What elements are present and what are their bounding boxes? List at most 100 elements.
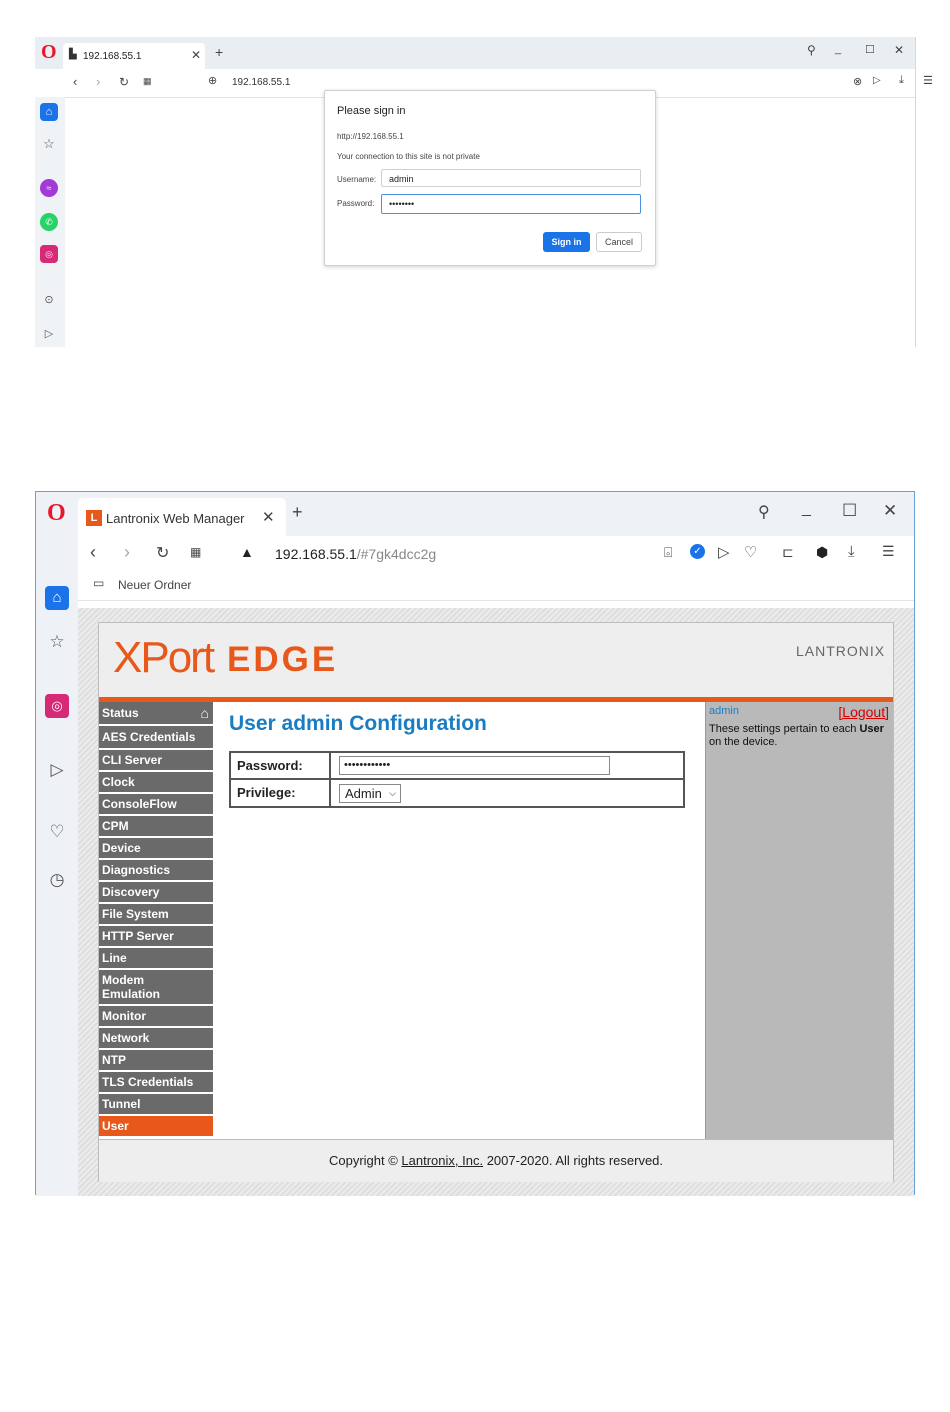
reader-mode-icon[interactable]: ⊏ <box>782 544 794 561</box>
lantronix-link[interactable]: Lantronix, Inc. <box>401 1153 483 1168</box>
extension-cube-icon[interactable]: ⬢ <box>816 544 828 561</box>
cancel-button[interactable]: Cancel <box>596 232 642 252</box>
heart-icon[interactable]: ♡ <box>744 543 757 561</box>
tab-title: 192.168.55.1 <box>83 51 142 62</box>
sign-in-button[interactable]: Sign in <box>543 232 590 252</box>
star-icon[interactable]: ☆ <box>40 135 58 153</box>
speed-dial-icon[interactable]: ▦ <box>143 76 152 87</box>
nav-item-cpm[interactable]: CPM <box>99 816 213 838</box>
bookmark-folder[interactable]: Neuer Ordner <box>118 578 191 592</box>
close-tab-icon[interactable]: ✕ <box>262 508 275 526</box>
reload-icon[interactable]: ↻ <box>156 543 169 563</box>
help-text-pre: These settings pertain to each <box>709 723 860 735</box>
player-icon[interactable]: ⊙ <box>40 291 58 309</box>
nav-item-status[interactable]: Status ⌂ <box>99 702 213 726</box>
nav-item-network[interactable]: Network <box>99 1028 213 1050</box>
adblock-icon[interactable]: ⊗ <box>853 75 862 88</box>
password-input[interactable]: •••••••••••• <box>339 756 610 775</box>
close-tab-icon[interactable]: ✕ <box>191 48 201 62</box>
star-icon[interactable]: ☆ <box>45 630 69 654</box>
new-tab-icon[interactable]: + <box>292 502 303 523</box>
home-icon[interactable]: ⌂ <box>45 586 69 610</box>
forward-icon[interactable]: › <box>96 74 100 89</box>
send-icon[interactable]: ▷ <box>45 758 69 782</box>
nav-item-ntp[interactable]: NTP <box>99 1050 213 1072</box>
send-icon[interactable]: ▷ <box>40 325 58 343</box>
browser-window-signin: O ▙ 192.168.55.1 ✕ + ⚲ _ ☐ ✕ ‹ › ↻ ▦ ⊕ 1… <box>35 37 933 347</box>
nav-item-diagnostics[interactable]: Diagnostics <box>99 860 213 882</box>
back-icon[interactable]: ‹ <box>73 74 77 89</box>
help-text-bold: User <box>859 723 884 735</box>
heart-icon[interactable]: ♡ <box>45 820 69 844</box>
address-text[interactable]: 192.168.55.1 <box>232 77 290 88</box>
flow-icon[interactable]: ▷ <box>718 543 730 561</box>
warning-icon[interactable]: ▲ <box>240 544 254 560</box>
instagram-icon[interactable]: ◎ <box>40 245 58 263</box>
messenger-icon[interactable]: ≈ <box>40 179 58 197</box>
nav-item-file-system[interactable]: File System <box>99 904 213 926</box>
nav-item-user[interactable]: User <box>99 1116 213 1138</box>
lantronix-favicon-icon: L <box>86 510 102 526</box>
download-icon[interactable]: ⤓ <box>848 543 855 560</box>
privilege-value: Admin <box>345 786 382 801</box>
browser-tab[interactable]: L Lantronix Web Manager ✕ <box>78 498 286 536</box>
new-tab-icon[interactable]: + <box>215 44 223 60</box>
nav-item-device[interactable]: Device <box>99 838 213 860</box>
footer-copyright-post: 2007-2020. All rights reserved. <box>483 1153 664 1168</box>
nav-item-tunnel[interactable]: Tunnel <box>99 1094 213 1116</box>
flow-icon[interactable]: ▷ <box>873 75 881 86</box>
folder-icon: ▭ <box>93 576 105 590</box>
nav-item-aes-credentials[interactable]: AES Credentials <box>99 726 213 750</box>
address-text[interactable]: 192.168.55.1/#7gk4dcc2g <box>275 546 436 562</box>
nav-item-clock[interactable]: Clock <box>99 772 213 794</box>
opera-logo-icon[interactable]: O <box>47 500 66 527</box>
help-pane: admin [Logout] These settings pertain to… <box>705 702 893 1139</box>
address-hash: /#7gk4dcc2g <box>356 546 437 562</box>
home-icon[interactable]: ⌂ <box>40 103 58 121</box>
speed-dial-icon[interactable]: ▦ <box>190 545 201 559</box>
browser-tab[interactable]: ▙ 192.168.55.1 ✕ <box>63 43 205 69</box>
history-clock-icon[interactable]: ◷ <box>45 868 69 892</box>
nav-item-modem-emulation[interactable]: Modem Emulation <box>99 970 213 1006</box>
snapshot-icon[interactable]: ⌻ <box>664 544 672 561</box>
sidebar: ⌂ ☆ ◎ ▷ ♡ ◷ <box>36 536 78 1196</box>
maximize-icon[interactable]: ☐ <box>842 501 857 521</box>
chevron-down-icon: ⌵ <box>389 788 396 798</box>
nav-item-cli-server[interactable]: CLI Server <box>99 750 213 772</box>
nav-item-consoleflow[interactable]: ConsoleFlow <box>99 794 213 816</box>
close-window-icon[interactable]: ✕ <box>894 43 904 57</box>
whatsapp-icon[interactable]: ✆ <box>40 213 58 231</box>
easy-setup-icon[interactable]: ☰ <box>882 543 895 560</box>
vpn-shield-icon[interactable]: ✓ <box>690 544 705 559</box>
nav-item-line[interactable]: Line <box>99 948 213 970</box>
minimize-icon[interactable]: _ <box>835 43 841 55</box>
nav-item-http-server[interactable]: HTTP Server <box>99 926 213 948</box>
lantronix-brand-logo: LANTRONIX <box>796 643 886 659</box>
close-window-icon[interactable]: ✕ <box>883 501 897 521</box>
forward-icon[interactable]: › <box>124 542 130 563</box>
nav-item-discovery[interactable]: Discovery <box>99 882 213 904</box>
minimize-icon[interactable]: _ <box>802 500 811 518</box>
search-icon[interactable]: ⚲ <box>758 502 770 522</box>
opera-logo-icon[interactable]: O <box>41 41 57 64</box>
page-content: XPort EDGE LANTRONIX Status ⌂ AES Credent… <box>78 608 914 1196</box>
privilege-select[interactable]: Admin ⌵ <box>339 784 401 803</box>
logout-link[interactable]: [Logout] <box>838 704 889 720</box>
home-icon[interactable]: ⌂ <box>201 702 209 724</box>
instagram-icon[interactable]: ◎ <box>45 694 69 718</box>
username-input[interactable]: admin <box>381 169 641 187</box>
maximize-icon[interactable]: ☐ <box>865 43 875 56</box>
easy-setup-icon[interactable]: ☰ <box>923 74 933 87</box>
password-label: Password: <box>231 753 331 778</box>
search-icon[interactable]: ⚲ <box>807 43 816 57</box>
download-icon[interactable]: ⤓ <box>899 74 904 87</box>
help-text-post: on the device. <box>709 736 778 748</box>
reload-icon[interactable]: ↻ <box>119 75 129 89</box>
main-pane: User admin Configuration Password: •••••… <box>213 702 705 1139</box>
logged-in-user: admin <box>709 705 739 717</box>
nav-item-monitor[interactable]: Monitor <box>99 1006 213 1028</box>
back-icon[interactable]: ‹ <box>90 542 96 563</box>
tab-bar: O ▙ 192.168.55.1 ✕ + ⚲ _ ☐ ✕ <box>35 37 915 69</box>
password-input[interactable]: •••••••• <box>381 194 641 214</box>
nav-item-tls-credentials[interactable]: TLS Credentials <box>99 1072 213 1094</box>
